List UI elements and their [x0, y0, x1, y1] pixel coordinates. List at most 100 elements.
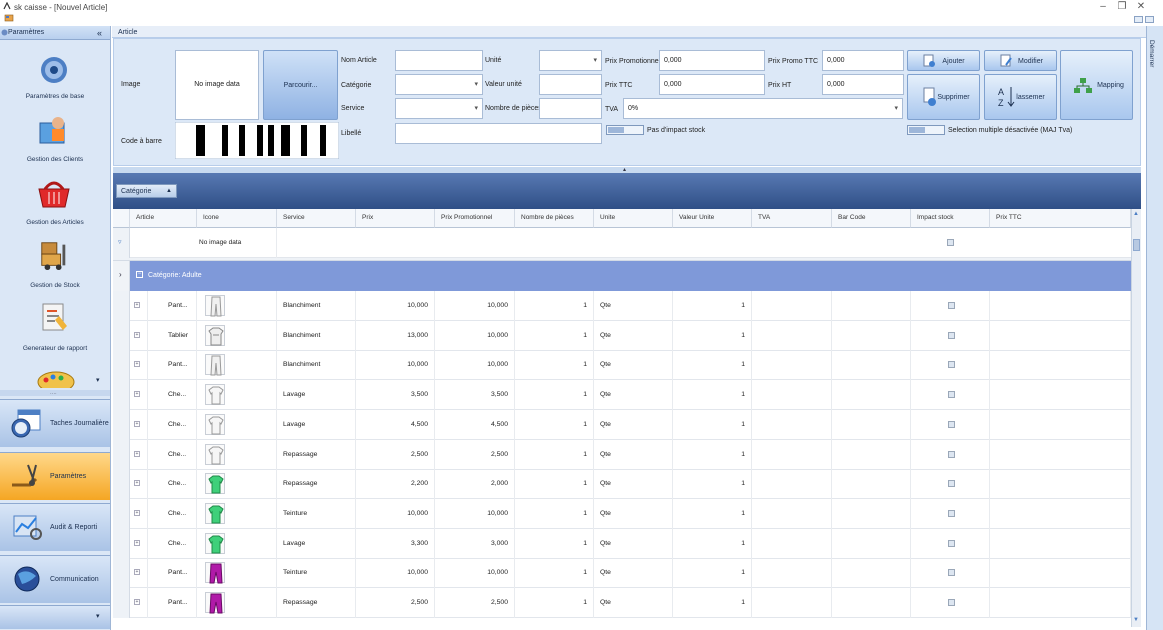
cell-bar-code[interactable]: [832, 439, 911, 470]
cell-prix[interactable]: 3,500: [356, 380, 435, 411]
row-indicator[interactable]: [113, 409, 130, 440]
cell-impact-stock[interactable]: [911, 409, 990, 440]
table-row[interactable]: + Pant... Blanchiment 10,000 10,000 1 Qte 1: [113, 350, 1131, 381]
cell-unite[interactable]: Qte: [594, 439, 673, 470]
cell-prix-promotionnel[interactable]: 2,500: [435, 588, 515, 618]
row-indicator[interactable]: [113, 498, 130, 529]
cell-prix-promotionnel[interactable]: 3,000: [435, 528, 515, 559]
cell-prix[interactable]: 10,000: [356, 498, 435, 529]
cell-tva[interactable]: [752, 350, 832, 381]
table-row[interactable]: + Pant... Repassage 2,500 2,500 1 Qte 1: [113, 588, 1131, 618]
row-expand-icon[interactable]: +: [130, 291, 148, 321]
row-expand-icon[interactable]: +: [130, 528, 148, 559]
cell-icone[interactable]: [197, 320, 277, 351]
cell-prix[interactable]: 10,000: [356, 350, 435, 381]
cell-prix-ttc[interactable]: [990, 588, 1131, 618]
cell-prix-ttc[interactable]: [990, 409, 1131, 440]
group-collapse-icon[interactable]: −: [136, 271, 143, 278]
table-row[interactable]: + Tablier Blanchiment 13,000 10,000 1 Qte 1: [113, 320, 1131, 351]
impact-stock-checkbox[interactable]: [948, 450, 955, 458]
cell-icone[interactable]: [197, 588, 277, 618]
cell-icone[interactable]: [197, 498, 277, 529]
cell-prix[interactable]: 10,000: [356, 558, 435, 589]
cell-prix-ttc[interactable]: [990, 498, 1131, 529]
service-dropdown[interactable]: [395, 98, 483, 119]
browse-button[interactable]: Parcourir...: [263, 50, 338, 120]
cell-prix-ttc[interactable]: [990, 350, 1131, 381]
table-row[interactable]: + Che... Repassage 2,200 2,000 1 Qte 1: [113, 469, 1131, 500]
libelle-input[interactable]: [395, 123, 602, 144]
app-menu-icon[interactable]: [4, 14, 14, 22]
cell-unite[interactable]: Qte: [594, 528, 673, 559]
cell-prix-ttc[interactable]: [990, 469, 1131, 500]
impact-stock-checkbox[interactable]: [948, 420, 955, 428]
cell-tva[interactable]: [752, 409, 832, 440]
cell-impact-stock[interactable]: [911, 498, 990, 529]
cell-prix-promotionnel[interactable]: 10,000: [435, 498, 515, 529]
cell-prix[interactable]: 3,300: [356, 528, 435, 559]
cell-impact-stock[interactable]: [911, 320, 990, 351]
cell-prix-promotionnel[interactable]: 10,000: [435, 291, 515, 321]
cell-article[interactable]: Pant...: [148, 291, 197, 321]
group-row-adulte[interactable]: − Catégorie: Adulte: [130, 261, 1131, 291]
prix-ttc-input[interactable]: 0,000: [659, 74, 765, 95]
cell-bar-code[interactable]: [832, 320, 911, 351]
nav-item-gestion-clients[interactable]: Gestion des Clients: [0, 111, 110, 174]
column-header-nombre-pieces[interactable]: Nombre de pièces: [515, 209, 594, 228]
cell-prix-ttc[interactable]: [990, 439, 1131, 470]
table-row[interactable]: + Che... Repassage 2,500 2,500 1 Qte 1: [113, 439, 1131, 470]
row-indicator[interactable]: [113, 528, 130, 559]
cell-prix[interactable]: 13,000: [356, 320, 435, 351]
supprimer-button[interactable]: Supprimer: [907, 74, 980, 120]
cell-service[interactable]: Lavage: [277, 380, 356, 411]
cell-impact-stock[interactable]: [911, 350, 990, 381]
column-header-unite[interactable]: Unite: [594, 209, 673, 228]
row-indicator[interactable]: [113, 350, 130, 381]
table-row[interactable]: + Che... Teinture 10,000 10,000 1 Qte 1: [113, 498, 1131, 529]
row-expand-icon[interactable]: +: [130, 439, 148, 470]
cell-unite[interactable]: Qte: [594, 498, 673, 529]
column-header-tva[interactable]: TVA: [752, 209, 832, 228]
cell-service[interactable]: Lavage: [277, 409, 356, 440]
cell-prix-promotionnel[interactable]: 10,000: [435, 320, 515, 351]
table-row[interactable]: + Pant... Teinture 10,000 10,000 1 Qte 1: [113, 558, 1131, 589]
cell-valeur-unite[interactable]: 1: [673, 350, 752, 381]
cell-article[interactable]: Che...: [148, 528, 197, 559]
cell-impact-stock[interactable]: [911, 558, 990, 589]
panel-splitter[interactable]: ····: [0, 390, 110, 397]
unite-dropdown[interactable]: [539, 50, 602, 71]
cell-prix-promotionnel[interactable]: 4,500: [435, 409, 515, 440]
cell-service[interactable]: Repassage: [277, 588, 356, 618]
column-header-prix[interactable]: Prix: [356, 209, 435, 228]
demarrer-tab[interactable]: Démarrer: [1148, 40, 1155, 67]
row-expand-icon[interactable]: +: [130, 558, 148, 589]
column-header-impact-stock[interactable]: Impact stock: [911, 209, 990, 228]
cell-prix[interactable]: 2,500: [356, 588, 435, 618]
row-expand-icon[interactable]: +: [130, 469, 148, 500]
scroll-up-icon[interactable]: ▲: [1133, 211, 1139, 217]
cell-bar-code[interactable]: [832, 558, 911, 589]
cell-article[interactable]: Che...: [148, 469, 197, 500]
mapping-button[interactable]: Mapping: [1060, 50, 1133, 120]
cell-valeur-unite[interactable]: 1: [673, 320, 752, 351]
cell-icone[interactable]: [197, 558, 277, 589]
cell-valeur-unite[interactable]: 1: [673, 588, 752, 618]
cell-tva[interactable]: [752, 498, 832, 529]
collapse-panel-button[interactable]: «: [97, 28, 102, 38]
cell-tva[interactable]: [752, 320, 832, 351]
more-tabs-bar[interactable]: ▾: [0, 605, 110, 629]
valeur-unite-input[interactable]: [539, 74, 602, 95]
palette-icon[interactable]: [36, 368, 76, 388]
cell-tva[interactable]: [752, 291, 832, 321]
nav-item-gestion-articles[interactable]: Gestion des Articles: [0, 174, 110, 237]
cell-valeur-unite[interactable]: 1: [673, 291, 752, 321]
row-expand-icon[interactable]: +: [130, 498, 148, 529]
cell-prix[interactable]: 2,500: [356, 439, 435, 470]
row-indicator[interactable]: [113, 469, 130, 500]
table-row[interactable]: + Pant... Blanchiment 10,000 10,000 1 Qte 1: [113, 291, 1131, 321]
ajouter-button[interactable]: Ajouter: [907, 50, 980, 71]
cell-article[interactable]: Che...: [148, 439, 197, 470]
cell-prix[interactable]: 4,500: [356, 409, 435, 440]
cell-bar-code[interactable]: [832, 380, 911, 411]
cell-service[interactable]: Blanchiment: [277, 350, 356, 381]
